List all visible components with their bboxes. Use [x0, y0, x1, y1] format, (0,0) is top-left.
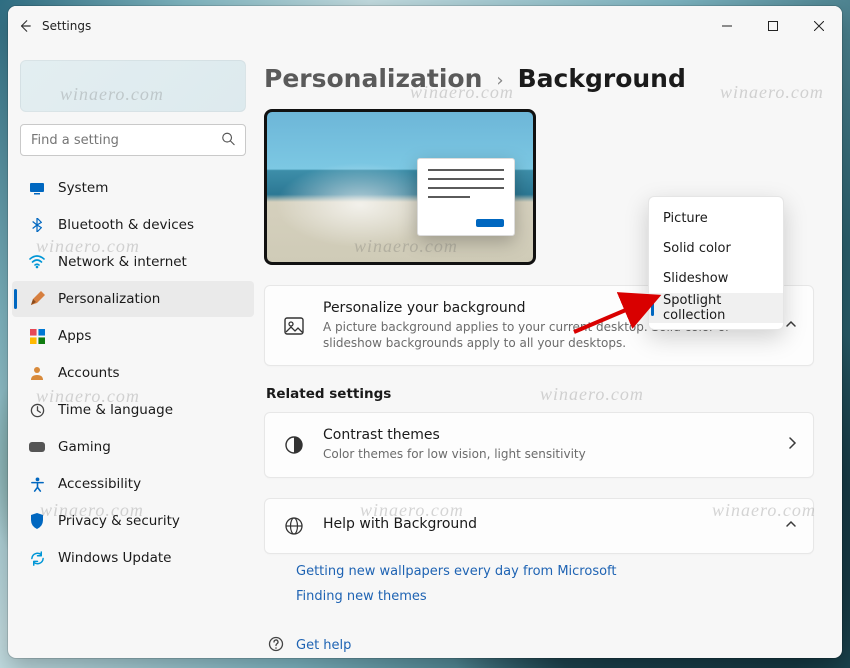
- sidebar-item-bluetooth[interactable]: Bluetooth & devices: [12, 207, 254, 243]
- user-tile[interactable]: [20, 60, 246, 112]
- sidebar-item-label: Privacy & security: [58, 513, 180, 529]
- get-help-link[interactable]: Get help: [268, 636, 814, 656]
- arrow-left-icon: [18, 19, 32, 33]
- sidebar-item-accounts[interactable]: Accounts: [12, 355, 254, 391]
- contrast-title: Contrast themes: [323, 427, 771, 443]
- bluetooth-icon: [28, 216, 46, 234]
- system-icon: [28, 179, 46, 197]
- desktop-preview: [264, 109, 536, 265]
- settings-window: Settings: [8, 6, 842, 658]
- wifi-icon: [28, 253, 46, 271]
- help-link-themes[interactable]: Finding new themes: [296, 589, 812, 604]
- personalization-icon: [28, 290, 46, 308]
- sidebar-nav: System Bluetooth & devices Network & int…: [8, 170, 258, 576]
- search-box[interactable]: [20, 124, 246, 156]
- sidebar-item-time[interactable]: Time & language: [12, 392, 254, 428]
- accessibility-icon: [28, 475, 46, 493]
- minimize-icon: [722, 21, 732, 31]
- minimize-button[interactable]: [704, 6, 750, 46]
- sidebar-item-label: Personalization: [58, 291, 160, 307]
- contrast-icon: [281, 432, 307, 458]
- breadcrumb-parent[interactable]: Personalization: [264, 64, 482, 93]
- sidebar: System Bluetooth & devices Network & int…: [8, 46, 258, 658]
- window-controls: [704, 6, 842, 46]
- back-button[interactable]: [8, 6, 42, 46]
- sidebar-item-label: Accounts: [58, 365, 120, 381]
- help-links: Getting new wallpapers every day from Mi…: [264, 558, 814, 610]
- update-icon: [28, 549, 46, 567]
- titlebar: Settings: [8, 6, 842, 46]
- sidebar-item-label: Accessibility: [58, 476, 141, 492]
- sidebar-item-label: Windows Update: [58, 550, 171, 566]
- accounts-icon: [28, 364, 46, 382]
- related-settings-heading: Related settings: [266, 386, 814, 402]
- chevron-right-icon: ›: [496, 70, 503, 91]
- contrast-themes-card[interactable]: Contrast themes Color themes for low vis…: [264, 412, 814, 477]
- chevron-up-icon[interactable]: [785, 518, 797, 534]
- sidebar-item-label: System: [58, 180, 108, 196]
- sidebar-item-privacy[interactable]: Privacy & security: [12, 503, 254, 539]
- dropdown-option-picture[interactable]: Picture: [649, 203, 783, 233]
- gaming-icon: [28, 438, 46, 456]
- help-link-wallpapers[interactable]: Getting new wallpapers every day from Mi…: [296, 564, 812, 579]
- dropdown-option-slideshow[interactable]: Slideshow: [649, 263, 783, 293]
- search-input[interactable]: [21, 127, 245, 154]
- dropdown-option-solid-color[interactable]: Solid color: [649, 233, 783, 263]
- close-icon: [814, 21, 824, 31]
- sidebar-item-apps[interactable]: Apps: [12, 318, 254, 354]
- maximize-icon: [768, 21, 778, 31]
- sidebar-item-system[interactable]: System: [12, 170, 254, 206]
- footer-links: Get help Give feedback: [264, 636, 814, 658]
- contrast-desc: Color themes for low vision, light sensi…: [323, 446, 771, 462]
- globe-icon: [281, 513, 307, 539]
- apps-icon: [28, 327, 46, 345]
- sidebar-item-label: Time & language: [58, 402, 173, 418]
- preview-mock-window: [417, 158, 515, 236]
- sidebar-item-accessibility[interactable]: Accessibility: [12, 466, 254, 502]
- help-title: Help with Background: [323, 516, 769, 532]
- privacy-icon: [28, 512, 46, 530]
- help-card[interactable]: Help with Background: [264, 498, 814, 554]
- picture-icon: [281, 313, 307, 339]
- sidebar-item-label: Apps: [58, 328, 91, 344]
- app-title: Settings: [42, 19, 91, 33]
- sidebar-item-label: Bluetooth & devices: [58, 217, 194, 233]
- chevron-right-icon: [787, 437, 797, 453]
- sidebar-item-update[interactable]: Windows Update: [12, 540, 254, 576]
- breadcrumb: Personalization › Background: [264, 64, 814, 93]
- sidebar-item-gaming[interactable]: Gaming: [12, 429, 254, 465]
- sidebar-item-personalization[interactable]: Personalization: [12, 281, 254, 317]
- chevron-up-icon[interactable]: [785, 318, 797, 333]
- sidebar-item-label: Gaming: [58, 439, 111, 455]
- get-help-label: Get help: [296, 638, 351, 653]
- sidebar-item-label: Network & internet: [58, 254, 187, 270]
- sidebar-item-network[interactable]: Network & internet: [12, 244, 254, 280]
- help-icon: [268, 636, 284, 656]
- breadcrumb-current: Background: [518, 64, 686, 93]
- background-type-dropdown[interactable]: Picture Solid color Slideshow Spotlight …: [648, 196, 784, 330]
- maximize-button[interactable]: [750, 6, 796, 46]
- dropdown-option-spotlight[interactable]: Spotlight collection: [649, 293, 783, 323]
- close-button[interactable]: [796, 6, 842, 46]
- time-icon: [28, 401, 46, 419]
- main-content: Personalization › Background Person: [258, 46, 842, 658]
